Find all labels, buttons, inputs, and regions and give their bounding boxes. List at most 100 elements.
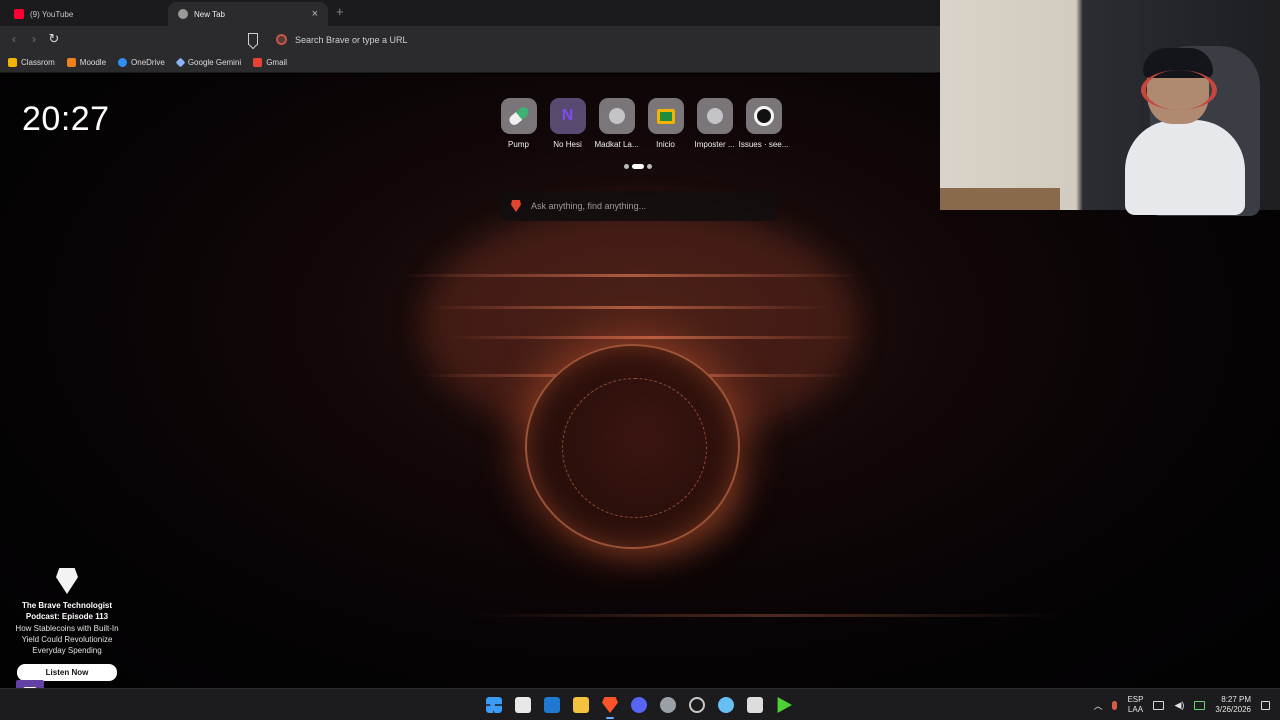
- keyboard-layout: LAA: [1127, 705, 1144, 714]
- chevron-up-icon[interactable]: ︿: [1093, 699, 1102, 712]
- bitcoin-coin-image: [525, 344, 740, 549]
- settings-icon[interactable]: [656, 693, 680, 717]
- battery-icon[interactable]: [1194, 700, 1206, 710]
- classroom-icon: [647, 98, 684, 134]
- top-site-label: Pump: [508, 140, 529, 149]
- cloud-icon: [118, 58, 128, 67]
- tab-strip: (9) YouTube New Tab × +: [0, 0, 940, 26]
- bookmark-label: Classrom: [21, 58, 55, 67]
- webcam-desk: [940, 188, 1060, 210]
- github-icon: [745, 98, 782, 134]
- tab-new-tab[interactable]: New Tab ×: [168, 2, 328, 26]
- bookmark-gemini[interactable]: Google Gemini: [175, 57, 242, 68]
- new-tab-button[interactable]: +: [336, 4, 344, 19]
- top-site-no-hesi[interactable]: N No Hesi: [549, 98, 586, 149]
- gmail-icon: [253, 58, 263, 67]
- language-indicator[interactable]: ESP LAA: [1127, 695, 1143, 715]
- bookmark-onedrive[interactable]: OneDrive: [118, 58, 165, 67]
- reload-icon[interactable]: ↻: [46, 31, 62, 47]
- promo-description: How Stablecoins with Built-In Yield Coul…: [15, 624, 119, 655]
- brave-icon[interactable]: [598, 693, 622, 719]
- play-icon[interactable]: [772, 693, 796, 717]
- taskbar-date: 3/26/2026: [1215, 705, 1251, 714]
- obs-icon[interactable]: [685, 693, 709, 717]
- sparkle-icon: [175, 57, 186, 68]
- pill-icon: [500, 98, 537, 134]
- address-placeholder: Search Brave or type a URL: [295, 34, 408, 45]
- promo-heading: The Brave Technologist Podcast: Episode …: [21, 601, 113, 621]
- moodle-icon: [66, 58, 76, 67]
- outlook-icon[interactable]: [540, 693, 564, 717]
- bookmark-label: Gmail: [266, 58, 288, 67]
- tab-title: New Tab: [194, 9, 225, 19]
- bookmarks-bar: Classrom Moodle OneDrive Google Gemini G…: [0, 53, 940, 73]
- steam-icon[interactable]: [714, 693, 738, 717]
- store-icon[interactable]: [511, 693, 535, 717]
- tab-youtube[interactable]: (9) YouTube: [4, 2, 164, 26]
- taskbar-time: 8:27 PM: [1221, 695, 1251, 704]
- top-site-label: Issues · see...: [738, 140, 789, 149]
- brave-lion-icon: [56, 568, 78, 594]
- glitch-streak: [430, 306, 830, 309]
- brave-shield-icon: [178, 9, 188, 19]
- globe-icon: [696, 98, 733, 134]
- close-tab-icon[interactable]: ×: [312, 8, 318, 20]
- top-sites: Pump N No Hesi Madkat La... Inicio Impos…: [500, 98, 788, 149]
- search-box[interactable]: Ask anything, find anything...: [501, 191, 778, 221]
- bookmark-moodle[interactable]: Moodle: [66, 58, 107, 67]
- search-placeholder: Ask anything, find anything...: [531, 201, 647, 211]
- headset-icon: [1141, 70, 1217, 110]
- top-site-imposter[interactable]: Imposter ...: [694, 98, 735, 149]
- page-dot-active[interactable]: [632, 164, 644, 169]
- search-engine-icon: [276, 34, 287, 45]
- glitch-streak: [470, 614, 1070, 617]
- network-icon[interactable]: [1153, 700, 1165, 710]
- epic-games-icon[interactable]: [743, 693, 767, 717]
- tab-title: (9) YouTube: [30, 9, 74, 19]
- clock: 20:27: [22, 100, 110, 138]
- address-bar[interactable]: Search Brave or type a URL: [270, 29, 940, 50]
- top-site-label: No Hesi: [553, 140, 582, 149]
- bookmark-classroom[interactable]: Classrom: [8, 58, 55, 67]
- clock-date[interactable]: 8:27 PM 3/26/2026: [1215, 695, 1251, 715]
- top-sites-pagination[interactable]: [624, 164, 652, 169]
- microphone-icon[interactable]: [1112, 700, 1118, 710]
- back-arrow-icon[interactable]: ‹: [6, 31, 22, 47]
- bookmark-label: OneDrive: [131, 58, 165, 67]
- system-tray: ︿ ESP LAA ◀) 8:27 PM 3/26/2026: [1093, 689, 1270, 720]
- glitch-streak: [450, 336, 860, 339]
- globe-icon: [598, 98, 635, 134]
- windows-start-icon[interactable]: [482, 693, 506, 717]
- notification-icon[interactable]: [1261, 700, 1270, 710]
- listen-now-button[interactable]: Listen Now: [17, 664, 117, 681]
- classroom-icon: [8, 58, 17, 67]
- twitch-icon[interactable]: [16, 680, 44, 688]
- volume-icon[interactable]: ◀): [1174, 700, 1184, 711]
- youtube-icon: [14, 9, 24, 19]
- top-site-pump[interactable]: Pump: [500, 98, 537, 149]
- page-dot[interactable]: [624, 164, 629, 169]
- file-explorer-icon[interactable]: [569, 693, 593, 717]
- top-site-github-issues[interactable]: Issues · see...: [739, 98, 788, 149]
- discord-icon[interactable]: [627, 693, 651, 717]
- page-dot[interactable]: [647, 164, 652, 169]
- bookmark-label: Moodle: [79, 58, 107, 67]
- top-site-label: Inicio: [656, 140, 675, 149]
- brave-lion-icon: [511, 200, 521, 212]
- glitch-streak: [400, 274, 860, 277]
- language-code: ESP: [1127, 695, 1144, 704]
- brave-news-promo: The Brave Technologist Podcast: Episode …: [8, 568, 126, 681]
- forward-arrow-icon[interactable]: ›: [26, 31, 42, 47]
- top-site-madkat[interactable]: Madkat La...: [594, 98, 639, 149]
- bookmark-gmail[interactable]: Gmail: [253, 58, 287, 67]
- browser-toolbar: ‹ › ↻ Search Brave or type a URL: [0, 26, 940, 53]
- top-site-inicio[interactable]: Inicio: [647, 98, 684, 149]
- webcam-person-torso: [1125, 120, 1245, 215]
- bookmark-label: Google Gemini: [187, 58, 242, 67]
- taskbar-apps: [482, 693, 796, 719]
- nohesi-icon: N: [549, 98, 586, 134]
- top-site-label: Madkat La...: [594, 140, 639, 149]
- taskbar: ︿ ESP LAA ◀) 8:27 PM 3/26/2026: [0, 688, 1280, 720]
- bookmark-icon[interactable]: [248, 33, 258, 45]
- top-site-label: Imposter ...: [694, 140, 735, 149]
